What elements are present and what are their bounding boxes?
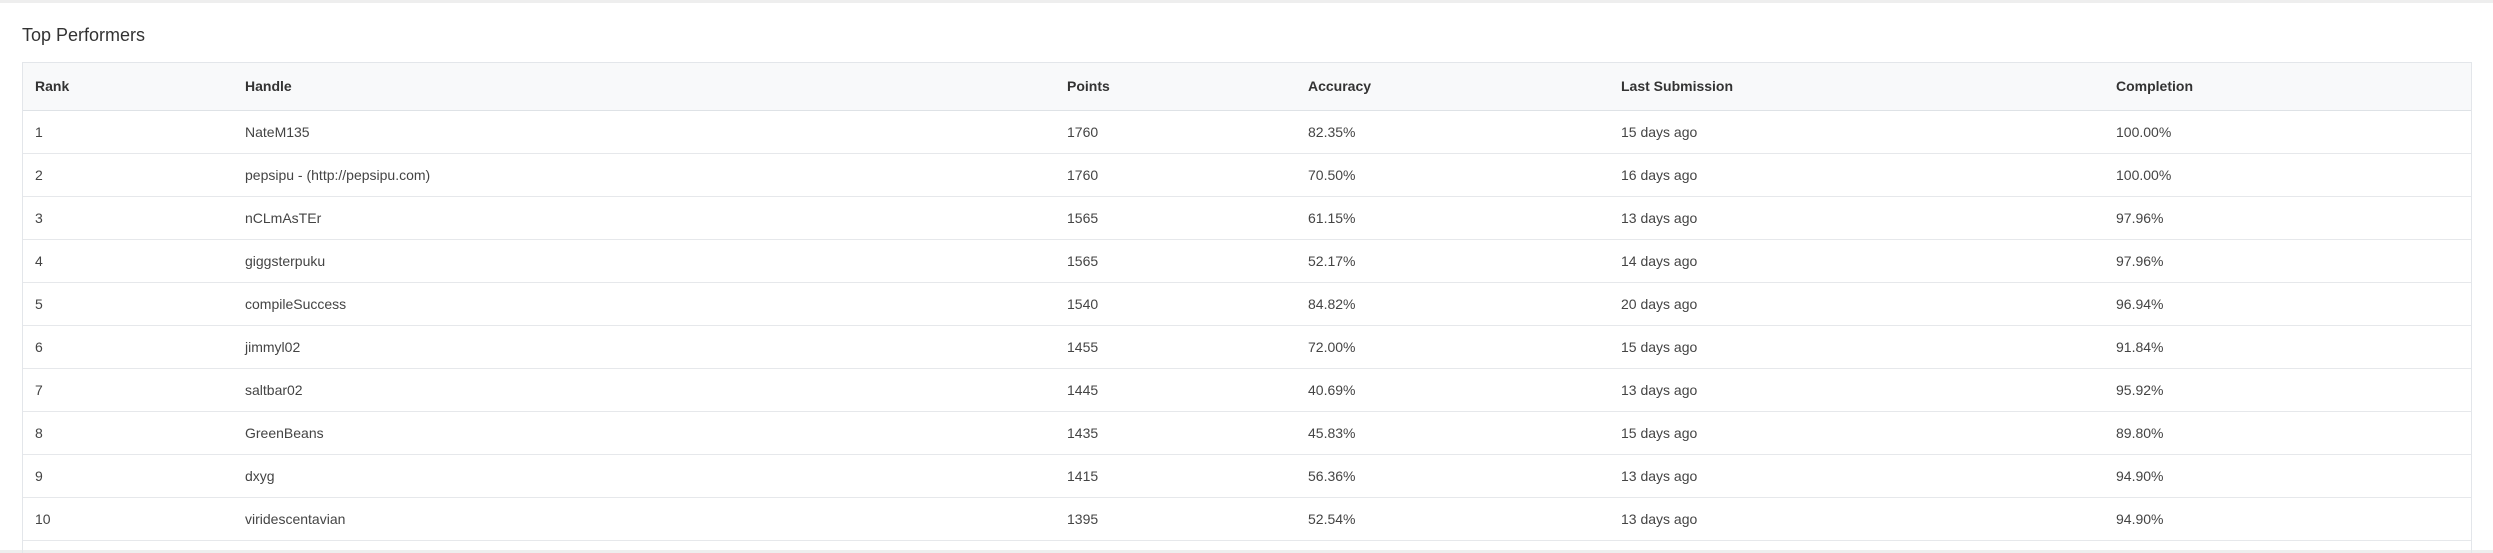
header-completion[interactable]: Completion: [2104, 63, 2471, 111]
cell-points: 1760: [1055, 110, 1296, 154]
cell-handle[interactable]: dxyg: [233, 454, 1055, 498]
cell-last-submission: 15 days ago: [1609, 325, 2104, 369]
cell-accuracy: 84.82%: [1296, 282, 1609, 326]
cell-accuracy: 40.69%: [1296, 368, 1609, 412]
cell-handle[interactable]: jimmyl02: [233, 325, 1055, 369]
table-row: 5 compileSuccess 1540 84.82% 20 days ago 96.9…: [23, 282, 2471, 326]
header-accuracy[interactable]: Accuracy: [1296, 63, 1609, 111]
cell-last-submission: 13 days ago: [1609, 196, 2104, 240]
cell-points: 1760: [1055, 153, 1296, 197]
cell-points: 1565: [1055, 196, 1296, 240]
table-header: Rank Handle Points Accuracy Last Submiss…: [23, 63, 2471, 111]
header-rank[interactable]: Rank: [23, 63, 233, 111]
cell-accuracy: 70.50%: [1296, 153, 1609, 197]
table-body: 1 NateM135 1760 82.35% 15 days ago 100.00% 2 pe…: [23, 110, 2471, 541]
cell-points: 1455: [1055, 325, 1296, 369]
header-points[interactable]: Points: [1055, 63, 1296, 111]
cell-last-submission: 13 days ago: [1609, 497, 2104, 541]
top-performers-panel: Top Performers Rank Handle Points Accura…: [0, 3, 2493, 553]
cell-completion: 94.90%: [2104, 497, 2471, 541]
cell-completion: 94.90%: [2104, 454, 2471, 498]
cell-rank: 1: [23, 110, 233, 154]
cell-last-submission: 20 days ago: [1609, 282, 2104, 326]
cell-accuracy: 72.00%: [1296, 325, 1609, 369]
cell-rank: 10: [23, 497, 233, 541]
cell-handle[interactable]: giggsterpuku: [233, 239, 1055, 283]
cell-points: 1435: [1055, 411, 1296, 455]
cell-points: 1445: [1055, 368, 1296, 412]
table-row: 2 pepsipu - (http://pepsipu.com) 1760 70.50…: [23, 153, 2471, 197]
cell-completion: 91.84%: [2104, 325, 2471, 369]
cell-rank: 9: [23, 454, 233, 498]
cell-rank: 4: [23, 239, 233, 283]
cell-completion: 100.00%: [2104, 153, 2471, 197]
cell-accuracy: 56.36%: [1296, 454, 1609, 498]
cell-completion: 95.92%: [2104, 368, 2471, 412]
table-row: 10 viridescentavian 1395 52.54% 13 days ago 9…: [23, 497, 2471, 541]
header-last-submission[interactable]: Last Submission: [1609, 63, 2104, 111]
cell-handle[interactable]: viridescentavian: [233, 497, 1055, 541]
cell-completion: 97.96%: [2104, 239, 2471, 283]
cell-accuracy: 52.54%: [1296, 497, 1609, 541]
cell-last-submission: 13 days ago: [1609, 368, 2104, 412]
header-row: Rank Handle Points Accuracy Last Submiss…: [23, 63, 2471, 111]
cell-accuracy: 45.83%: [1296, 411, 1609, 455]
cell-rank: 5: [23, 282, 233, 326]
cell-handle[interactable]: pepsipu - (http://pepsipu.com): [233, 153, 1055, 197]
table-row: 7 saltbar02 1445 40.69% 13 days ago 95.92%: [23, 368, 2471, 412]
cell-last-submission: 14 days ago: [1609, 239, 2104, 283]
cell-completion: 96.94%: [2104, 282, 2471, 326]
cell-points: 1540: [1055, 282, 1296, 326]
table-row: 8 GreenBeans 1435 45.83% 15 days ago 89.80%: [23, 411, 2471, 455]
cell-handle[interactable]: GreenBeans: [233, 411, 1055, 455]
cell-rank: 8: [23, 411, 233, 455]
cell-handle[interactable]: NateM135: [233, 110, 1055, 154]
leaderboard-table: Rank Handle Points Accuracy Last Submiss…: [23, 63, 2471, 541]
cell-accuracy: 61.15%: [1296, 196, 1609, 240]
cell-rank: 3: [23, 196, 233, 240]
cell-accuracy: 52.17%: [1296, 239, 1609, 283]
cell-points: 1565: [1055, 239, 1296, 283]
cell-last-submission: 16 days ago: [1609, 153, 2104, 197]
cell-completion: 97.96%: [2104, 196, 2471, 240]
cell-points: 1395: [1055, 497, 1296, 541]
cell-handle[interactable]: compileSuccess: [233, 282, 1055, 326]
cell-completion: 100.00%: [2104, 110, 2471, 154]
cell-last-submission: 13 days ago: [1609, 454, 2104, 498]
cell-points: 1415: [1055, 454, 1296, 498]
cell-accuracy: 82.35%: [1296, 110, 1609, 154]
header-handle[interactable]: Handle: [233, 63, 1055, 111]
table-row: 1 NateM135 1760 82.35% 15 days ago 100.00%: [23, 110, 2471, 154]
cell-completion: 89.80%: [2104, 411, 2471, 455]
table-row: 4 giggsterpuku 1565 52.17% 14 days ago 97.96%: [23, 239, 2471, 283]
table-row: 6 jimmyl02 1455 72.00% 15 days ago 91.84%: [23, 325, 2471, 369]
cell-rank: 2: [23, 153, 233, 197]
table-row: 3 nCLmAsTEr 1565 61.15% 13 days ago 97.96%: [23, 196, 2471, 240]
panel-title: Top Performers: [22, 25, 146, 45]
cell-last-submission: 15 days ago: [1609, 411, 2104, 455]
leaderboard-table-container: Rank Handle Points Accuracy Last Submiss…: [22, 62, 2472, 553]
cell-rank: 7: [23, 368, 233, 412]
cell-last-submission: 15 days ago: [1609, 110, 2104, 154]
table-row: 9 dxyg 1415 56.36% 13 days ago 94.90%: [23, 454, 2471, 498]
cell-handle[interactable]: nCLmAsTEr: [233, 196, 1055, 240]
cell-rank: 6: [23, 325, 233, 369]
cell-handle[interactable]: saltbar02: [233, 368, 1055, 412]
